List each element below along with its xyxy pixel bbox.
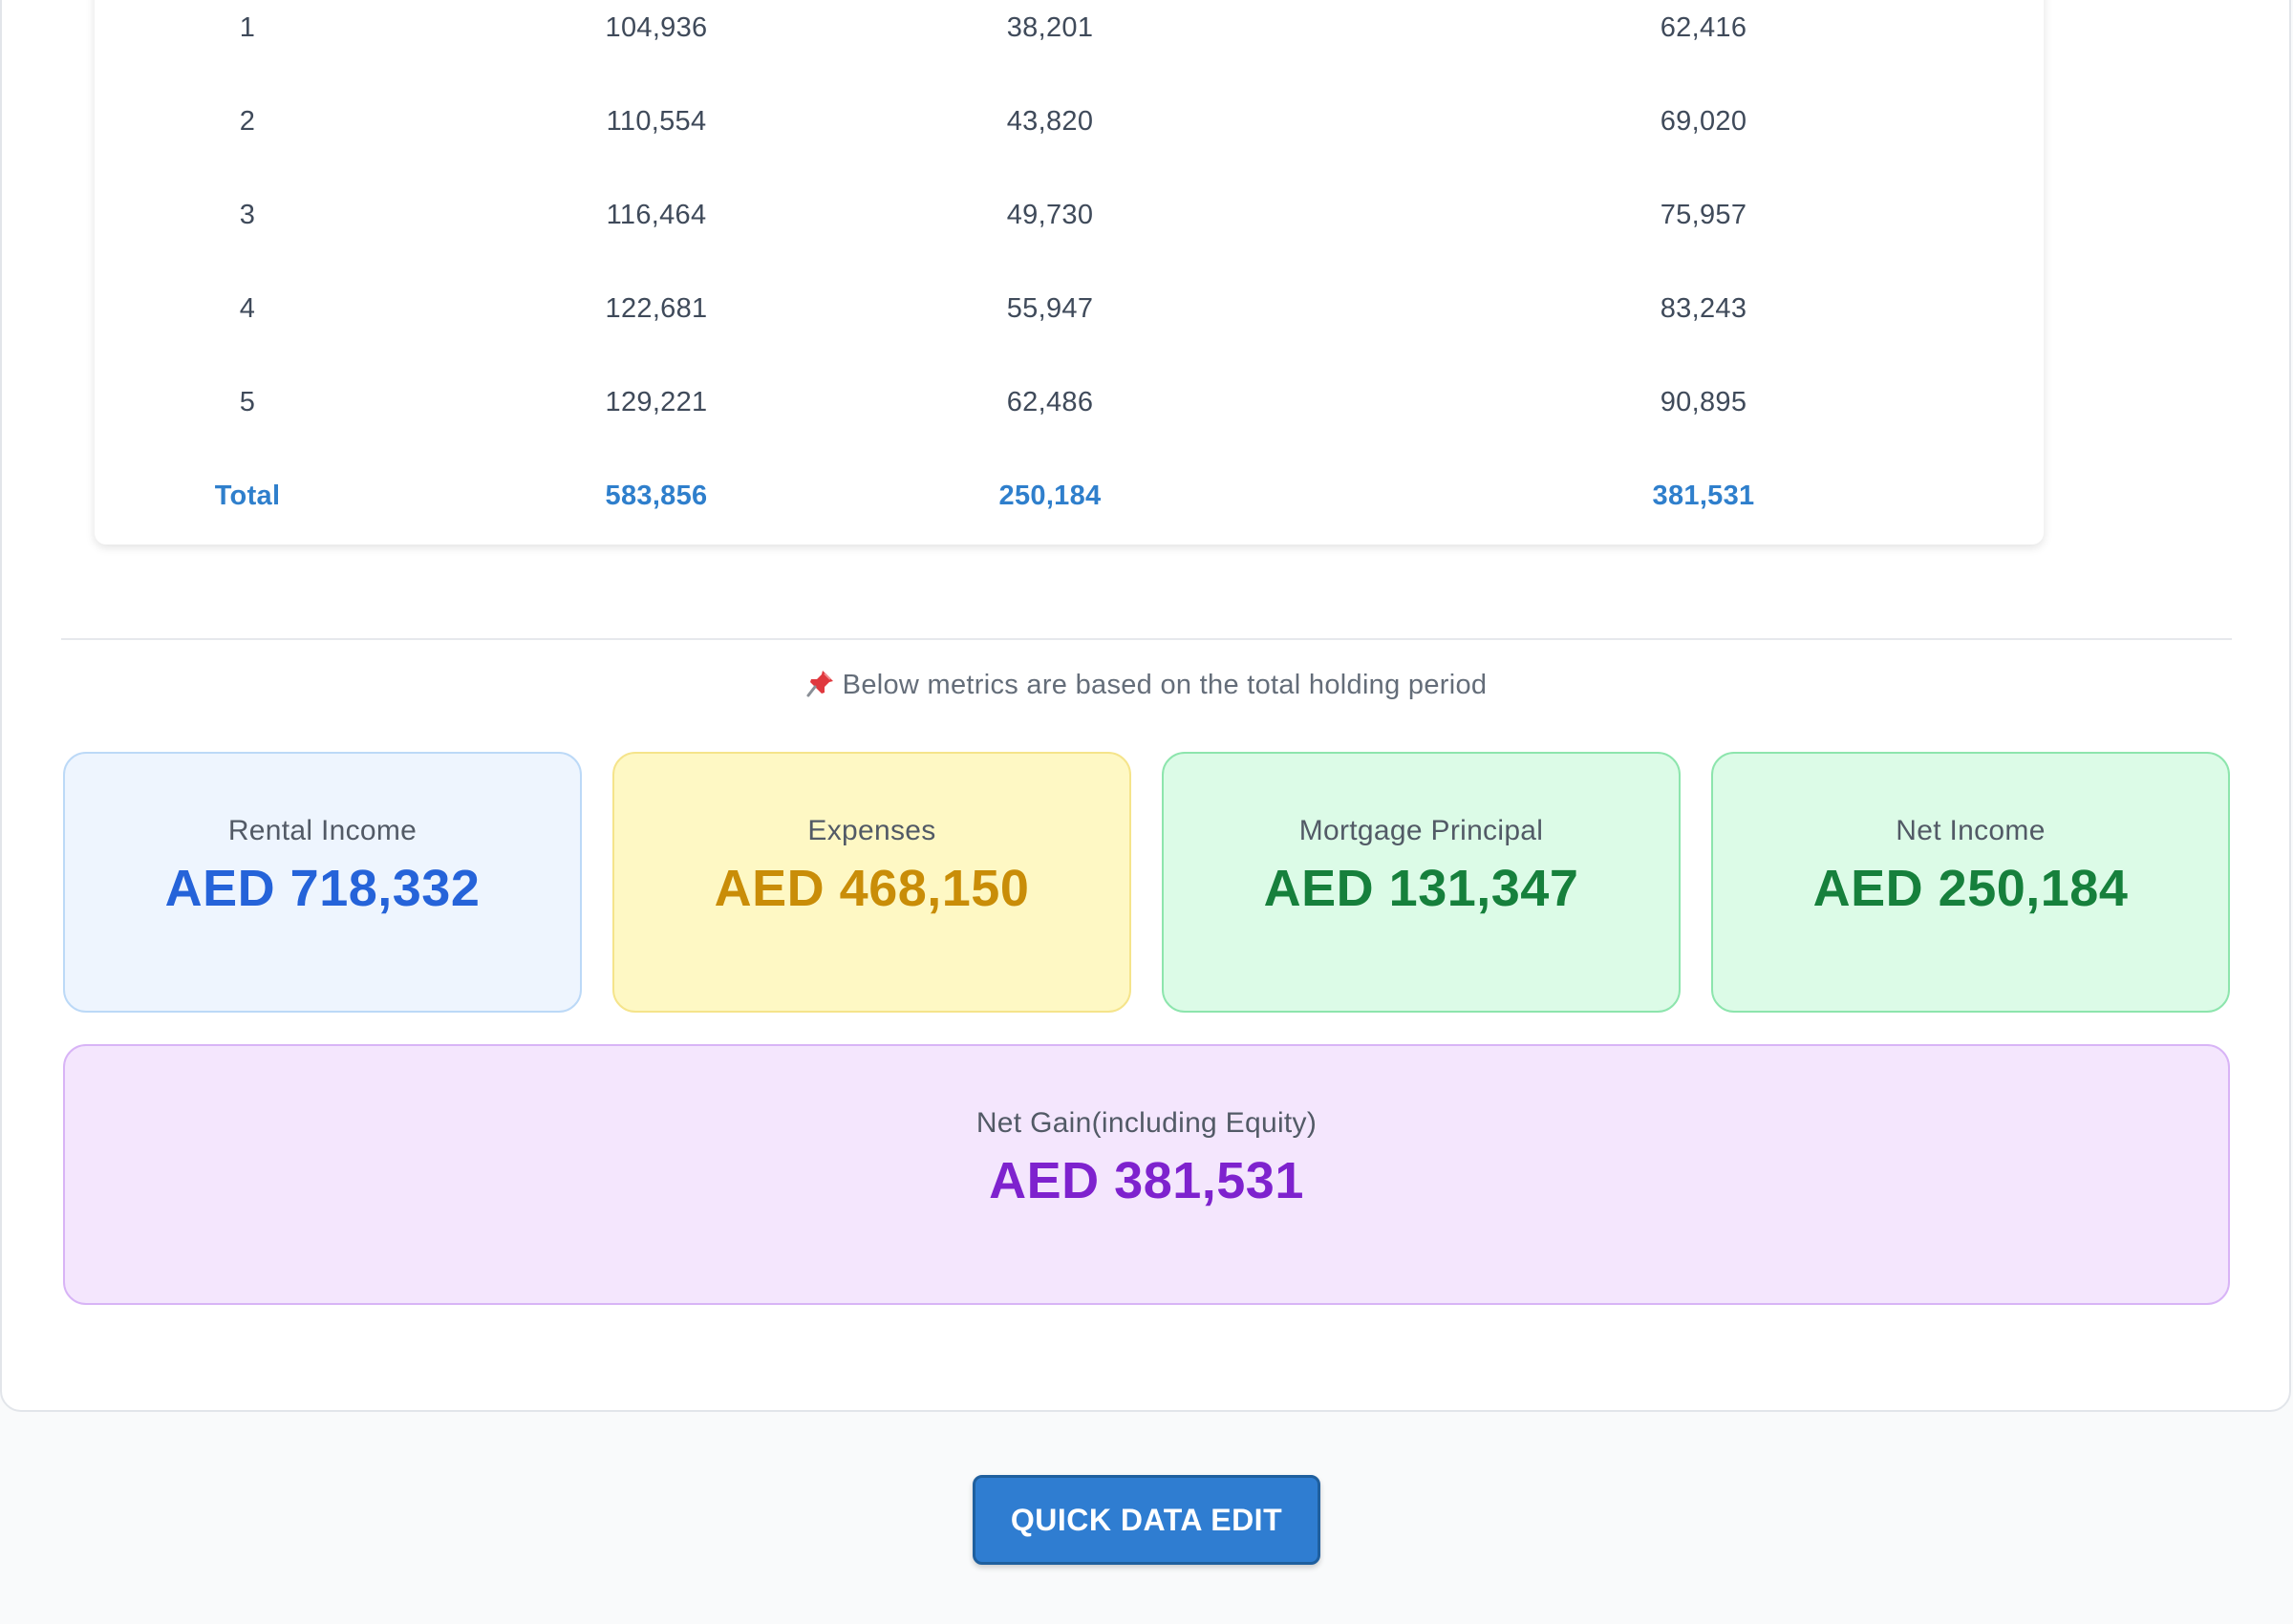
year-cell: 1 [239, 12, 256, 43]
quick-data-edit-button[interactable]: QUICK DATA EDIT [973, 1475, 1320, 1565]
net-gain-cell: 62,416 [1660, 12, 1747, 43]
metric-label: Expenses [807, 815, 936, 846]
note-text: Below metrics are based on the total hol… [842, 670, 1488, 700]
net-gain-cell: 90,895 [1660, 387, 1747, 417]
table-total-row: Total 583,856 250,184 381,531 [95, 449, 2044, 543]
section-divider [61, 638, 2232, 640]
total-label: Total [214, 481, 281, 511]
metric-label: Mortgage Principal [1298, 815, 1544, 846]
metric-value: AED 381,531 [989, 1152, 1304, 1209]
metric-value: AED 718,332 [164, 860, 481, 917]
rental-income-cell: 122,681 [605, 293, 708, 324]
net-cash-flow-cell: 43,820 [1006, 106, 1094, 137]
net-gain-cell: 69,020 [1660, 106, 1747, 137]
rental-income-cell: 116,464 [606, 200, 707, 230]
holding-period-note: Below metrics are based on the total hol… [0, 669, 2293, 701]
table-row: 5 129,221 62,486 90,895 [95, 355, 2044, 449]
yearly-breakdown-table: 1 104,936 38,201 62,416 2 110,554 43,820… [95, 0, 2044, 545]
metric-label: Net Income [1896, 815, 2046, 846]
mortgage-principal-card: Mortgage Principal AED 131,347 [1162, 752, 1681, 1013]
page: 1 104,936 38,201 62,416 2 110,554 43,820… [0, 0, 2293, 1624]
net-cash-flow-cell: 62,486 [1006, 387, 1094, 417]
metric-value: AED 468,150 [714, 860, 1030, 917]
net-gain-card: Net Gain(including Equity) AED 381,531 [63, 1044, 2230, 1305]
table-row: 4 122,681 55,947 83,243 [95, 262, 2044, 355]
rental-income-cell: 110,554 [606, 106, 707, 137]
expenses-card: Expenses AED 468,150 [612, 752, 1131, 1013]
year-cell: 2 [239, 106, 256, 137]
net-income-card: Net Income AED 250,184 [1711, 752, 2230, 1013]
table-row: 2 110,554 43,820 69,020 [95, 75, 2044, 168]
net-cash-flow-cell: 49,730 [1006, 200, 1094, 230]
rental-income-cell: 104,936 [605, 12, 708, 43]
net-gain-cell: 83,243 [1660, 293, 1747, 324]
year-cell: 3 [239, 200, 256, 230]
total-net-cash-flow: 250,184 [998, 481, 1102, 511]
year-cell: 4 [239, 293, 256, 324]
metric-value: AED 131,347 [1263, 860, 1579, 917]
pushpin-icon [806, 669, 835, 697]
total-net-gain: 381,531 [1652, 481, 1755, 511]
net-gain-cell: 75,957 [1660, 200, 1747, 230]
rental-income-card: Rental Income AED 718,332 [63, 752, 582, 1013]
net-cash-flow-cell: 55,947 [1006, 293, 1094, 324]
rental-income-cell: 129,221 [605, 387, 708, 417]
metric-value: AED 250,184 [1812, 860, 2129, 917]
metric-label: Rental Income [227, 815, 418, 846]
year-cell: 5 [239, 387, 256, 417]
net-cash-flow-cell: 38,201 [1006, 12, 1094, 43]
total-rental-income: 583,856 [605, 481, 708, 511]
table-row: 3 116,464 49,730 75,957 [95, 168, 2044, 262]
metric-label: Net Gain(including Equity) [975, 1107, 1318, 1139]
table-row: 1 104,936 38,201 62,416 [95, 0, 2044, 75]
